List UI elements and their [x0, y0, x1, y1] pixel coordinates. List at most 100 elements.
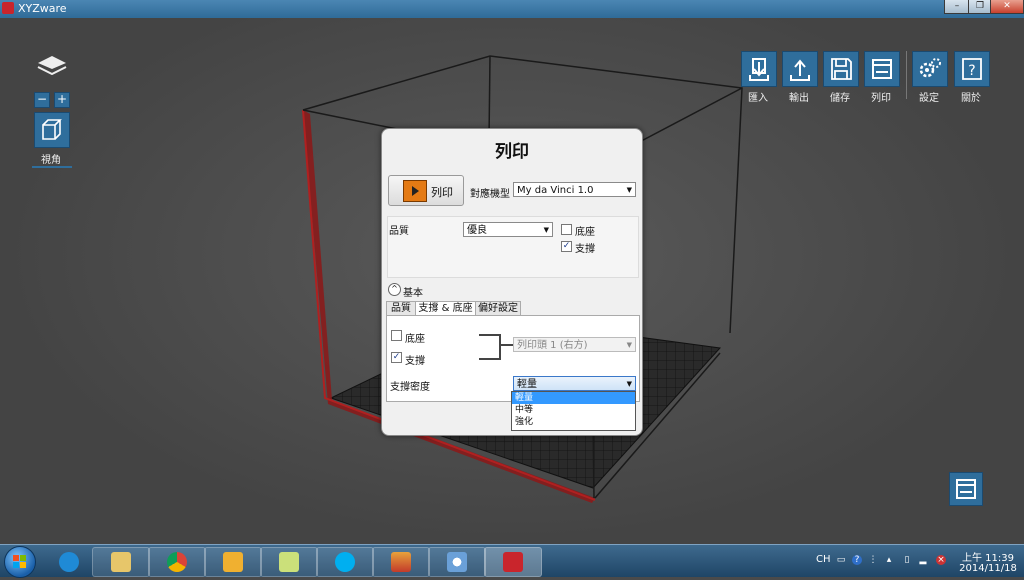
raft-label: 底座	[575, 227, 595, 238]
import-label: 匯入	[748, 93, 768, 104]
density-option-strong[interactable]: 強化	[512, 416, 635, 428]
windows-logo-icon	[13, 555, 26, 568]
density-option-light[interactable]: 輕量	[512, 392, 635, 404]
window-titlebar: XYZware – ❐ ✕	[0, 0, 1024, 18]
network-icon[interactable]: ▂	[918, 555, 928, 565]
xyzware-logo-icon	[2, 2, 14, 14]
export-button[interactable]	[782, 51, 818, 87]
minimize-button[interactable]: –	[944, 0, 970, 14]
chevron-down-icon: ▼	[626, 186, 632, 194]
show-hidden-icons-icon[interactable]: ▴	[884, 555, 894, 565]
printer-model-value: My da Vinci 1.0	[517, 185, 594, 196]
quality-section: 品質 優良 ▼ 底座 ✓ 支撐	[387, 216, 639, 278]
maximize-button[interactable]: ❐	[968, 0, 992, 14]
skype-icon	[335, 552, 355, 572]
taskbar: CH ▭ ? ⋮ ▴ ▯ ▂ × 上午 11:39 2014/11/18	[0, 544, 1024, 578]
extruder-value: 列印頭 1 (右方)	[517, 340, 588, 351]
quality-select[interactable]: 優良 ▼	[463, 222, 553, 237]
support-checkbox[interactable]: ✓	[561, 241, 572, 252]
view-button[interactable]	[34, 112, 70, 148]
export-label: 輸出	[789, 93, 809, 104]
chevron-down-icon: ▼	[543, 226, 549, 234]
paint-icon	[447, 552, 467, 572]
taskbar-slicer[interactable]	[372, 547, 430, 577]
import-button[interactable]	[741, 51, 777, 87]
taskbar-outlook[interactable]	[204, 547, 262, 577]
help-tray-icon[interactable]: ?	[852, 555, 862, 565]
basic-label: 基本	[403, 288, 423, 299]
print-play-icon	[403, 180, 427, 202]
density-option-medium[interactable]: 中等	[512, 404, 635, 416]
print-button-label: 列印	[431, 186, 453, 199]
support-density-label: 支撐密度	[390, 382, 430, 393]
panel-support-checkbox[interactable]: ✓	[391, 352, 402, 363]
quick-print-button[interactable]	[949, 472, 983, 506]
bracket-connector	[479, 334, 501, 360]
chrome-icon	[167, 552, 187, 572]
quality-value: 優良	[467, 225, 487, 236]
clock-time[interactable]: 上午 11:39	[958, 549, 1018, 564]
xyzware-icon	[503, 552, 523, 572]
panel-raft-label: 底座	[405, 334, 425, 345]
outlook-icon	[223, 552, 243, 572]
raft-checkbox[interactable]	[561, 224, 572, 235]
language-indicator[interactable]: CH	[816, 554, 831, 565]
view-underline	[32, 166, 72, 168]
taskbar-xyzware[interactable]	[484, 547, 542, 577]
settings-button[interactable]	[912, 51, 948, 87]
print-icon	[872, 59, 892, 79]
print-dialog: 列印 列印 對應機型 My da Vinci 1.0 ▼ 品質 優良 ▼ 底座 …	[381, 128, 643, 436]
cube-icon	[42, 119, 62, 140]
printer-model-label: 對應機型	[470, 189, 510, 200]
export-icon	[790, 59, 810, 81]
help-icon: ?	[962, 58, 982, 80]
settings-label: 設定	[919, 93, 939, 104]
chevron-down-icon: ▼	[626, 341, 632, 349]
print-toolbar-button[interactable]	[864, 51, 900, 87]
taskbar-skype[interactable]	[316, 547, 374, 577]
battery-icon[interactable]: ▯	[902, 555, 912, 565]
support-density-value: 輕量	[517, 379, 537, 390]
svg-text:?: ?	[968, 63, 975, 79]
print-button[interactable]: 列印	[388, 175, 464, 206]
support-density-select[interactable]: 輕量 ▼	[513, 376, 636, 391]
collapse-toggle[interactable]: ^	[388, 283, 401, 296]
printer-model-select[interactable]: My da Vinci 1.0 ▼	[513, 182, 636, 197]
zoom-out-button[interactable]: −	[34, 92, 50, 108]
chevron-down-icon: ▼	[626, 380, 632, 388]
zoom-in-button[interactable]: +	[54, 92, 70, 108]
ie-icon	[59, 552, 79, 572]
save-button[interactable]	[823, 51, 859, 87]
clock-date[interactable]: 2014/11/18	[958, 563, 1018, 574]
close-button[interactable]: ✕	[990, 0, 1024, 14]
keyboard-icon[interactable]: ▭	[836, 555, 846, 565]
about-button[interactable]: ?	[954, 51, 990, 87]
save-icon	[831, 58, 852, 80]
folder-icon	[279, 552, 299, 572]
taskbar-ie[interactable]	[40, 547, 98, 577]
volume-muted-icon[interactable]: ×	[936, 555, 946, 565]
support-raft-panel: 底座 ✓ 支撐 列印頭 1 (右方) ▼ 支撐密度 輕量 ▼	[386, 315, 640, 402]
import-icon	[749, 58, 769, 81]
taskbar-paint[interactable]	[428, 547, 486, 577]
tray-settings-icon[interactable]: ⋮	[868, 555, 878, 565]
taskbar-chrome[interactable]	[148, 547, 206, 577]
save-label: 儲存	[830, 93, 850, 104]
taskbar-folder[interactable]	[260, 547, 318, 577]
panel-support-label: 支撐	[405, 356, 425, 367]
tab-preferences[interactable]: 偏好設定	[475, 301, 521, 316]
file-explorer-icon	[111, 552, 131, 572]
system-tray: CH ▭ ? ⋮ ▴ ▯ ▂ × 上午 11:39 2014/11/18	[812, 545, 1024, 577]
extruder-select[interactable]: 列印頭 1 (右方) ▼	[513, 337, 636, 352]
tab-quality[interactable]: 品質	[386, 301, 416, 316]
gear-icon	[919, 58, 941, 78]
about-label: 關於	[961, 93, 981, 104]
start-button[interactable]	[4, 546, 36, 578]
layers-icon[interactable]	[36, 55, 68, 75]
print-label: 列印	[871, 93, 891, 104]
panel-raft-checkbox[interactable]	[391, 330, 402, 341]
view-label: 視角	[41, 155, 61, 166]
window-title: XYZware	[18, 2, 67, 15]
taskbar-explorer[interactable]	[92, 547, 150, 577]
toolbar-separator	[906, 51, 907, 99]
